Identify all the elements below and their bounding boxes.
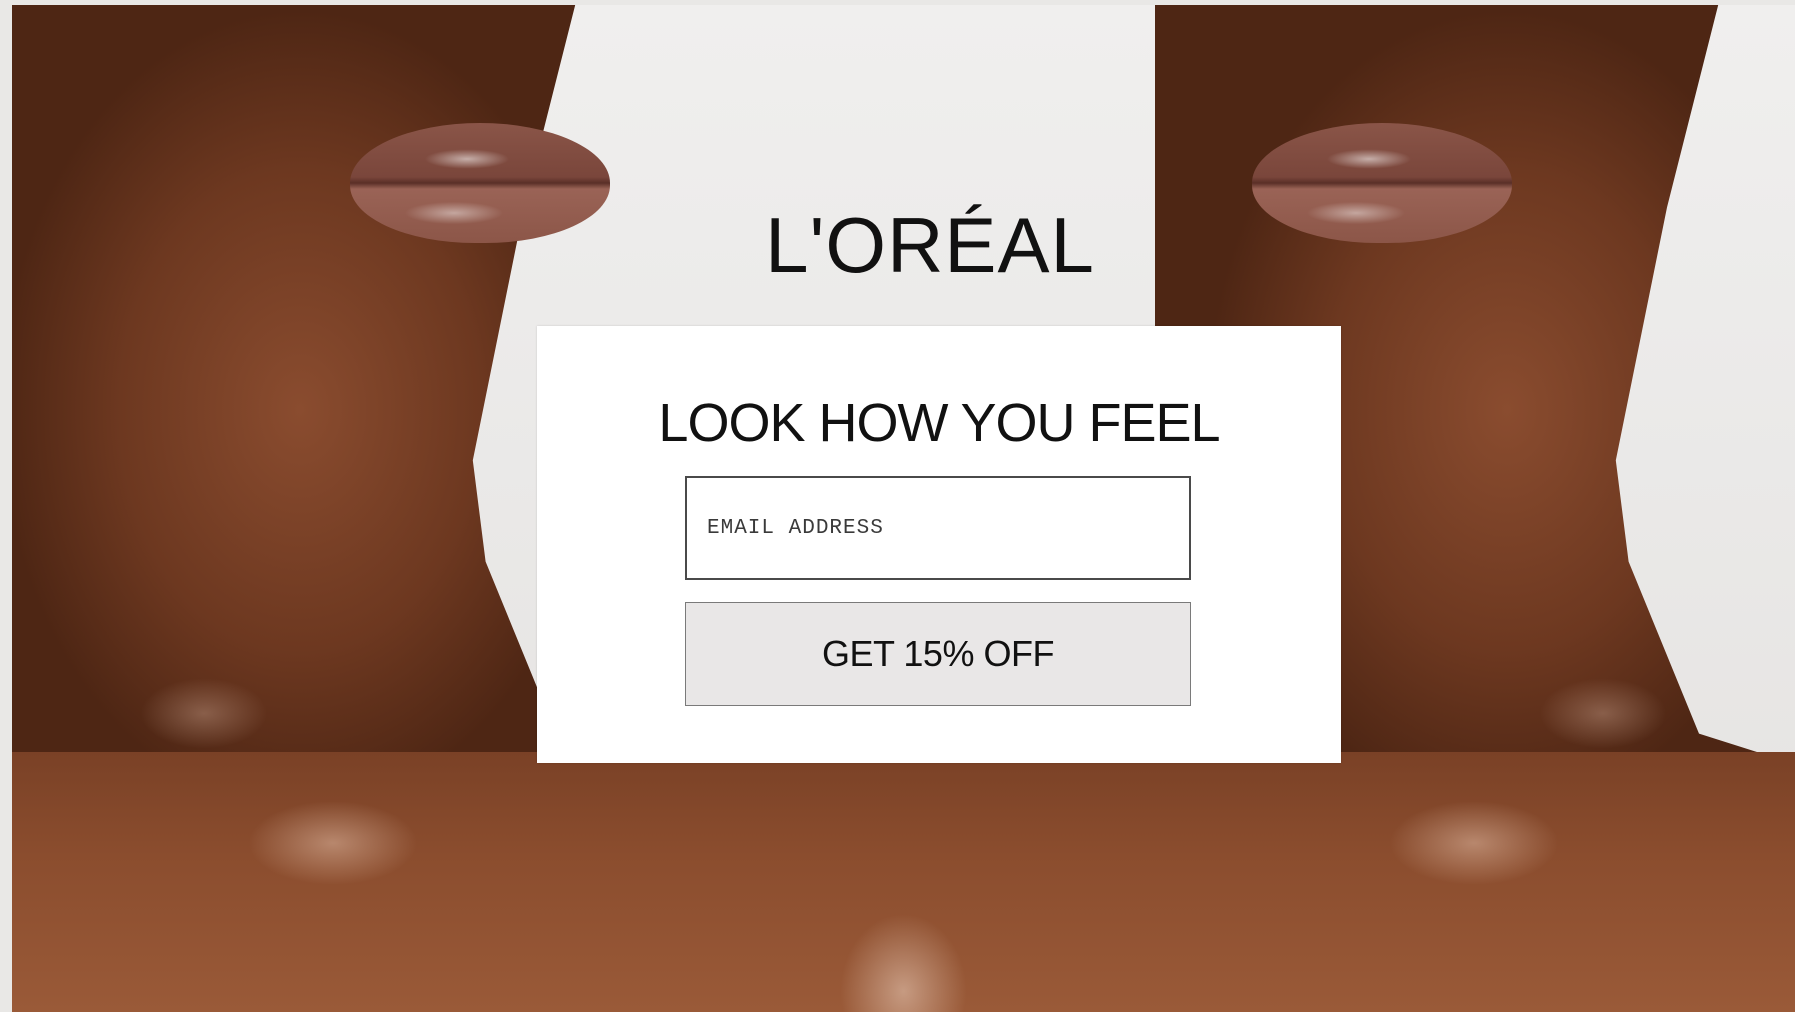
email-field[interactable] (685, 476, 1191, 580)
lips-right (1252, 123, 1512, 243)
signup-popup: LOOK HOW YOU FEEL GET 15% OFF (537, 326, 1341, 763)
model-chest-image (12, 752, 1795, 1012)
brand-logo: L'ORÉAL (765, 201, 1095, 289)
get-discount-button[interactable]: GET 15% OFF (685, 602, 1191, 706)
page-frame: L'ORÉAL LOOK HOW YOU FEEL GET 15% OFF (0, 0, 1795, 1012)
lips-left (350, 123, 610, 243)
popup-headline: LOOK HOW YOU FEEL (658, 393, 1220, 453)
